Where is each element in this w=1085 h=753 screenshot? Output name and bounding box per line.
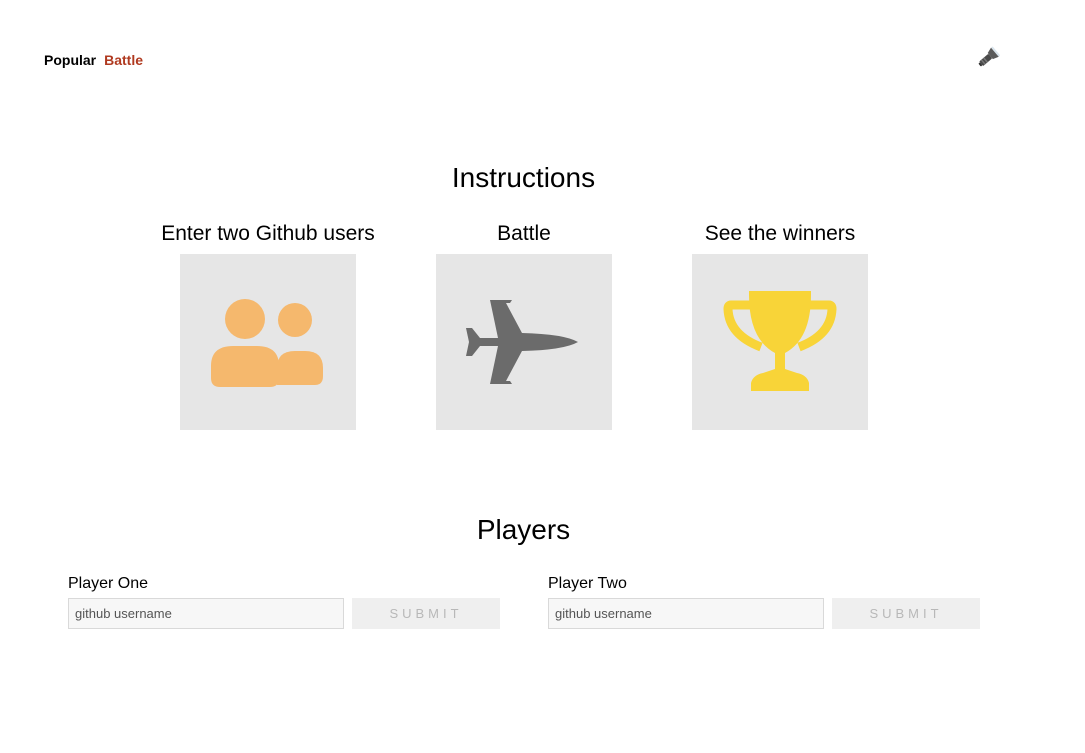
main-nav: Popular Battle	[44, 52, 143, 68]
instruction-step-winners: See the winners	[652, 222, 908, 430]
step-title: Battle	[497, 222, 551, 245]
icon-box	[692, 254, 868, 430]
player-one-input-row: SUBMIT	[68, 598, 500, 629]
trophy-icon	[723, 291, 837, 391]
player-one-label: Player One	[68, 575, 149, 592]
instructions-title: Instructions	[451, 162, 596, 193]
players-title: Players	[476, 514, 571, 545]
nav-popular-link[interactable]: Popular	[44, 52, 96, 68]
instruction-step-battle: Battle	[396, 222, 652, 430]
player-one-username-input[interactable]	[68, 598, 344, 629]
step-title: Enter two Github users	[161, 222, 375, 245]
icon-box	[436, 254, 612, 430]
users-icon	[211, 299, 323, 387]
player-two-input-row: SUBMIT	[548, 598, 980, 629]
flashlight-icon	[978, 46, 1000, 67]
player-two-form: Player Two SUBMIT	[548, 575, 980, 629]
icon-box	[180, 254, 356, 430]
player-two-username-input[interactable]	[548, 598, 824, 629]
instruction-step-enter-users: Enter two Github users	[140, 222, 396, 430]
fighter-jet-icon	[466, 300, 578, 384]
nav-battle-link[interactable]: Battle	[104, 52, 143, 68]
step-title: See the winners	[704, 222, 856, 245]
player-one-submit-button[interactable]: SUBMIT	[352, 598, 500, 629]
player-two-label: Player Two	[548, 575, 627, 592]
player-one-form: Player One SUBMIT	[68, 575, 500, 629]
theme-toggle-button[interactable]	[974, 44, 1002, 72]
player-two-submit-button[interactable]: SUBMIT	[832, 598, 980, 629]
